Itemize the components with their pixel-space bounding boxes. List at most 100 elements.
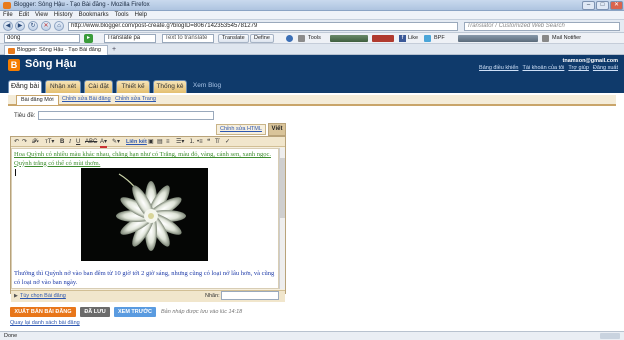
toolbar-search-input[interactable]: dòng (4, 34, 80, 43)
maximize-button[interactable]: □ (596, 1, 609, 10)
mail-icon (542, 35, 549, 42)
quote-icon[interactable]: ❝ (207, 138, 210, 146)
search-go-icon[interactable]: ▸ (84, 34, 93, 43)
define-button[interactable]: Define (250, 34, 274, 43)
home-button[interactable]: ⌂ (54, 21, 64, 31)
text-color-icon[interactable]: A▾ (100, 138, 108, 148)
redo-icon[interactable]: ↷ (22, 138, 27, 146)
cereus-flower-image[interactable] (81, 168, 208, 261)
text-to-translate-input[interactable]: Text to translate (162, 34, 214, 43)
font-family-icon[interactable]: 𝓕▾ (32, 138, 39, 146)
gear-icon[interactable] (298, 35, 305, 42)
subtab-edit-posts[interactable]: Chỉnh sửa Bài đăng (58, 95, 115, 105)
spellcheck-icon[interactable]: ✓ (225, 138, 230, 146)
bpf-label[interactable]: BPF (434, 35, 445, 41)
help-link[interactable]: Trợ giúp (568, 65, 589, 71)
dashboard-link[interactable]: Bảng điều khiển (479, 65, 518, 71)
minimize-button[interactable]: – (582, 1, 595, 10)
underline-icon[interactable]: U (76, 138, 80, 146)
navigation-toolbar: ◀ ▶ ↻ ✕ ⌂ http://www.blogger.com/post-cr… (0, 20, 624, 33)
tab-blogger[interactable]: Blogger: Sông Hậu - Tạo Bài đăng (4, 45, 108, 55)
menu-history[interactable]: History (51, 11, 76, 20)
menu-edit[interactable]: Edit (16, 11, 32, 20)
url-bar[interactable]: http://www.blogger.com/post-create.g?blo… (68, 22, 458, 31)
numbered-list-icon[interactable]: ⒈ (189, 138, 195, 146)
saved-button[interactable]: ĐÃ LƯU (80, 307, 110, 317)
my-account-link[interactable]: Tài khoản của tôi (523, 65, 565, 71)
italic-icon[interactable]: I (69, 138, 71, 146)
undo-icon[interactable]: ↶ (14, 138, 19, 146)
tab-settings[interactable]: Cài đặt (84, 80, 113, 93)
cart-widget[interactable] (330, 35, 368, 42)
post-options-link[interactable]: Tùy chọn Bài đăng (20, 293, 66, 299)
autosave-note: Bản nháp được lưu vào lúc 14:18 (161, 309, 243, 315)
reload-button[interactable]: ↻ (28, 21, 38, 31)
tab-comments[interactable]: Nhận xét (45, 80, 81, 93)
image-icon[interactable]: ▣ (148, 138, 154, 146)
tools-label[interactable]: Tools (308, 35, 321, 41)
tab-design[interactable]: Thiết kế (116, 80, 150, 93)
bold-icon[interactable]: B (60, 138, 64, 146)
new-tab-icon[interactable]: + (112, 46, 120, 53)
translate-button[interactable]: Translate (218, 34, 249, 43)
like-label[interactable]: Like (408, 35, 418, 41)
subtab-edit-pages[interactable]: Chỉnh sửa Trang (111, 95, 160, 105)
expand-triangle-icon[interactable]: ▶ (14, 293, 18, 299)
translate-pair-value: Translate pa (107, 35, 141, 41)
jump-break-icon[interactable]: ≡ (166, 138, 170, 146)
link-button[interactable]: Liên kết (126, 138, 147, 146)
blogger-header: B Sông Hậu tnamson@gmail.com Bảng điều k… (0, 55, 624, 93)
forward-button[interactable]: ▶ (15, 21, 25, 31)
window-title-bar: Blogger: Sông Hậu - Tạo Bài đăng - Mozil… (0, 0, 624, 11)
menu-help[interactable]: Help (132, 11, 150, 20)
blogger-logo-icon[interactable]: B (8, 59, 20, 71)
back-button[interactable]: ◀ (3, 21, 13, 31)
search-placeholder: Translator / Customized Web Search (467, 23, 565, 29)
remove-format-icon[interactable]: T̸ (215, 138, 219, 146)
editor-scrollbar[interactable] (279, 148, 285, 289)
compose-tab[interactable]: Viết (268, 123, 286, 136)
tab-posting[interactable]: Đăng bài (8, 80, 42, 93)
translate-pair-select[interactable]: Translate pa (104, 34, 156, 43)
tab-stats[interactable]: Thống kê (153, 80, 187, 93)
title-label: Tiêu đề: (14, 113, 36, 119)
mail-notifier-label[interactable]: Mail Notifier (552, 35, 581, 41)
sign-out-link[interactable]: Đăng xuất (593, 65, 618, 71)
menu-tools[interactable]: Tools (112, 11, 132, 20)
video-icon[interactable]: ▤ (157, 138, 163, 146)
subtab-new-post[interactable]: Bài đăng Mới (16, 95, 59, 105)
scrollbar-thumb[interactable] (280, 158, 285, 218)
red-widget[interactable] (372, 35, 394, 42)
labels-input[interactable] (221, 291, 279, 300)
menu-file[interactable]: File (0, 11, 16, 20)
editor-toolbar: ↶ ↷ 𝓕▾ ᴛT▾ B I U ABC A▾ ✎▾ Liên kết ▣ ▤ … (11, 137, 285, 148)
font-size-icon[interactable]: ᴛT▾ (45, 138, 54, 146)
flower-illustration (116, 173, 186, 251)
web-search-input[interactable]: Translator / Customized Web Search (464, 22, 620, 31)
publish-button[interactable]: XUẤT BẢN BÀI ĐĂNG (10, 307, 76, 317)
facebook-icon[interactable]: f (399, 35, 406, 42)
tab-view-blog[interactable]: Xem Blog (190, 80, 224, 93)
labels-label: Nhãn: (205, 293, 220, 299)
account-widget[interactable] (458, 35, 538, 42)
user-area: tnamson@gmail.com Bảng điều khiển Tài kho… (475, 58, 618, 71)
bpf-icon[interactable] (424, 35, 431, 42)
edit-html-tab[interactable]: Chỉnh sửa HTML (216, 124, 266, 135)
firefox-icon (3, 2, 11, 9)
stop-button[interactable]: ✕ (41, 21, 51, 31)
strikethrough-icon[interactable]: ABC (85, 138, 97, 146)
menu-bookmarks[interactable]: Bookmarks (76, 11, 112, 20)
bullet-list-icon[interactable]: •≡ (197, 138, 203, 146)
highlight-icon[interactable]: ✎▾ (112, 138, 120, 146)
back-to-posts-link[interactable]: Quay lại danh sách bài đăng (10, 320, 80, 326)
user-email: tnamson@gmail.com (562, 58, 618, 64)
addon-toolbar: dòng ▸ Translate pa Text to translate Tr… (0, 33, 624, 44)
preview-button[interactable]: XEM TRƯỚC (114, 307, 156, 317)
post-title-input[interactable] (38, 111, 214, 120)
blog-name[interactable]: Sông Hậu (25, 58, 76, 70)
blogger-favicon (8, 48, 15, 54)
menu-view[interactable]: View (32, 11, 51, 20)
align-left-icon[interactable]: ☰▾ (176, 138, 184, 146)
status-text: Done (4, 333, 18, 339)
close-window-button[interactable]: ✕ (610, 1, 623, 10)
